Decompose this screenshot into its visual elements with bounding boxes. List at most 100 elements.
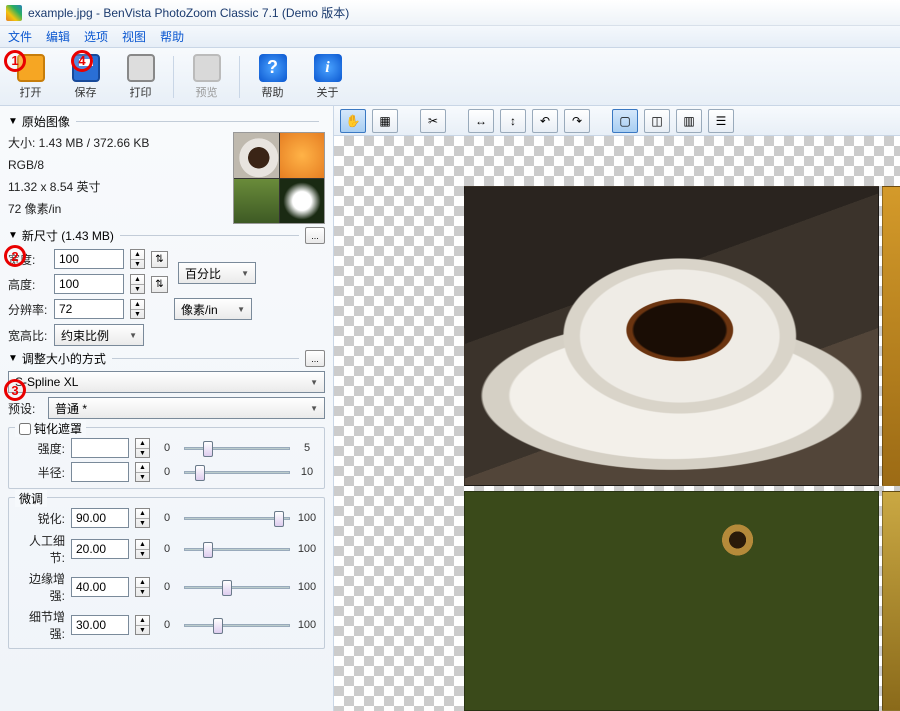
collapse-icon: ▼ — [8, 230, 18, 241]
help-icon: ? — [259, 54, 287, 82]
height-input[interactable] — [54, 274, 124, 294]
help-button[interactable]: ? 帮助 — [250, 52, 295, 102]
title-bar: example.jpg - BenVista PhotoZoom Classic… — [0, 0, 900, 26]
resolution-input[interactable] — [54, 299, 124, 319]
save-button[interactable]: 4 保存 — [63, 52, 108, 102]
hand-icon: ✋ — [346, 114, 361, 128]
marquee-icon: ▦ — [379, 114, 390, 128]
fine-label: 细节增强: — [15, 608, 65, 642]
strength-spinner[interactable]: ▲▼ — [135, 438, 150, 458]
radius-label: 半径: — [15, 464, 65, 481]
strength-input[interactable] — [71, 438, 129, 458]
preview-panel: ✋ ▦ ✂ ↔ ↕ ↶ ↷ ▢ ◫ ▥ ☰ — [334, 106, 900, 711]
pan-tool-button[interactable]: ✋ — [340, 109, 366, 133]
marquee-tool-button[interactable]: ▦ — [372, 109, 398, 133]
sharpen-input[interactable] — [71, 508, 129, 528]
algorithm-combo[interactable]: S-Spline XL▼ — [8, 371, 325, 393]
preview-canvas[interactable] — [334, 136, 900, 711]
flip-horizontal-button[interactable]: ↔ — [468, 109, 494, 133]
rotate-cw-icon: ↷ — [572, 114, 582, 128]
print-button[interactable]: 打印 — [118, 52, 163, 102]
main-toolbar: 1 打开 4 保存 打印 预览 ? 帮助 i 关于 — [0, 48, 900, 106]
fine-spinner[interactable]: ▲▼ — [135, 615, 150, 635]
finetune-title: 微调 — [19, 490, 43, 507]
flip-h-icon: ↔ — [475, 114, 487, 128]
unsharp-checkbox[interactable] — [19, 423, 31, 435]
rotate-cw-button[interactable]: ↷ — [564, 109, 590, 133]
layout-split-h-icon: ◫ — [651, 114, 662, 128]
layout-split-v-button[interactable]: ▥ — [676, 109, 702, 133]
original-dpi: 72 像素/in — [8, 198, 227, 220]
detail-input[interactable] — [71, 539, 129, 559]
flip-vertical-button[interactable]: ↕ — [500, 109, 526, 133]
open-button[interactable]: 1 打开 — [8, 52, 53, 102]
unsharp-group: 钝化遮罩 强度: ▲▼ 0 5 半径: ▲▼ 0 10 — [8, 427, 325, 489]
preview-button[interactable]: 预览 — [184, 52, 229, 102]
view-toolbar: ✋ ▦ ✂ ↔ ↕ ↶ ↷ ▢ ◫ ▥ ☰ — [334, 106, 900, 136]
annotation-3: 3 — [4, 379, 26, 401]
newsize-options-button[interactable]: ... — [305, 227, 325, 244]
print-icon — [127, 54, 155, 82]
height-spinner[interactable]: ▲▼ — [130, 274, 145, 294]
preview-image-frog — [464, 491, 879, 711]
aspect-label: 宽高比: — [8, 327, 48, 344]
link-aspect-icon[interactable]: ⇅ — [151, 251, 168, 268]
layout-single-button[interactable]: ▢ — [612, 109, 638, 133]
preview-image-flower — [882, 491, 900, 711]
detail-slider[interactable] — [184, 540, 290, 558]
preview-image-orange — [882, 186, 900, 486]
detail-spinner[interactable]: ▲▼ — [135, 539, 150, 559]
annotation-2: 2 — [4, 245, 26, 267]
collapse-icon: ▼ — [8, 353, 18, 364]
menu-edit[interactable]: 编辑 — [46, 28, 70, 45]
edge-label: 边缘增强: — [15, 570, 65, 604]
resolution-spinner[interactable]: ▲▼ — [130, 299, 145, 319]
radius-input[interactable] — [71, 462, 129, 482]
annotation-1: 1 — [4, 50, 26, 72]
width-input[interactable] — [54, 249, 124, 269]
radius-spinner[interactable]: ▲▼ — [135, 462, 150, 482]
collapse-icon: ▼ — [8, 116, 18, 127]
layout-grid-button[interactable]: ☰ — [708, 109, 734, 133]
preview-image-coffee — [464, 186, 879, 486]
newsize-section-header[interactable]: ▼ 新尺寸 (1.43 MB) ... — [8, 227, 325, 244]
height-label: 高度: — [8, 276, 48, 293]
sharpen-slider[interactable] — [184, 509, 290, 527]
toolbar-separator — [173, 56, 174, 98]
original-section-header[interactable]: ▼ 原始图像 — [8, 113, 325, 130]
layout-split-h-button[interactable]: ◫ — [644, 109, 670, 133]
layout-grid-icon: ☰ — [716, 114, 727, 128]
menu-file[interactable]: 文件 — [8, 28, 32, 45]
about-button[interactable]: i 关于 — [305, 52, 350, 102]
edge-input[interactable] — [71, 577, 129, 597]
radius-slider[interactable] — [184, 463, 290, 481]
window-title: example.jpg - BenVista PhotoZoom Classic… — [28, 4, 349, 21]
preset-combo[interactable]: 普通 *▼ — [48, 397, 325, 419]
preview-icon — [193, 54, 221, 82]
detail-label: 人工细节: — [15, 532, 65, 566]
preset-label: 预设: — [8, 400, 42, 417]
finetune-group: 微调 锐化: ▲▼ 0 100 人工细节: ▲▼ 0 100 边缘增强: — [8, 497, 325, 649]
menu-help[interactable]: 帮助 — [160, 28, 184, 45]
link-aspect-icon[interactable]: ⇅ — [151, 276, 168, 293]
edge-spinner[interactable]: ▲▼ — [135, 577, 150, 597]
rotate-ccw-button[interactable]: ↶ — [532, 109, 558, 133]
fine-input[interactable] — [71, 615, 129, 635]
menu-view[interactable]: 视图 — [122, 28, 146, 45]
rotate-ccw-icon: ↶ — [540, 114, 550, 128]
menu-options[interactable]: 选项 — [84, 28, 108, 45]
strength-slider[interactable] — [184, 439, 290, 457]
edge-slider[interactable] — [184, 578, 290, 596]
width-spinner[interactable]: ▲▼ — [130, 249, 145, 269]
crop-tool-button[interactable]: ✂ — [420, 109, 446, 133]
toolbar-separator — [239, 56, 240, 98]
layout-split-v-icon: ▥ — [683, 114, 694, 128]
resize-method-header[interactable]: ▼ 调整大小的方式 ... — [8, 350, 325, 367]
resolution-unit-combo[interactable]: 像素/in▼ — [174, 298, 252, 320]
resize-method-options-button[interactable]: ... — [305, 350, 325, 367]
sharpen-spinner[interactable]: ▲▼ — [135, 508, 150, 528]
strength-label: 强度: — [15, 440, 65, 457]
fine-slider[interactable] — [184, 616, 290, 634]
original-thumbnail — [233, 132, 325, 224]
aspect-combo[interactable]: 约束比例▼ — [54, 324, 144, 346]
